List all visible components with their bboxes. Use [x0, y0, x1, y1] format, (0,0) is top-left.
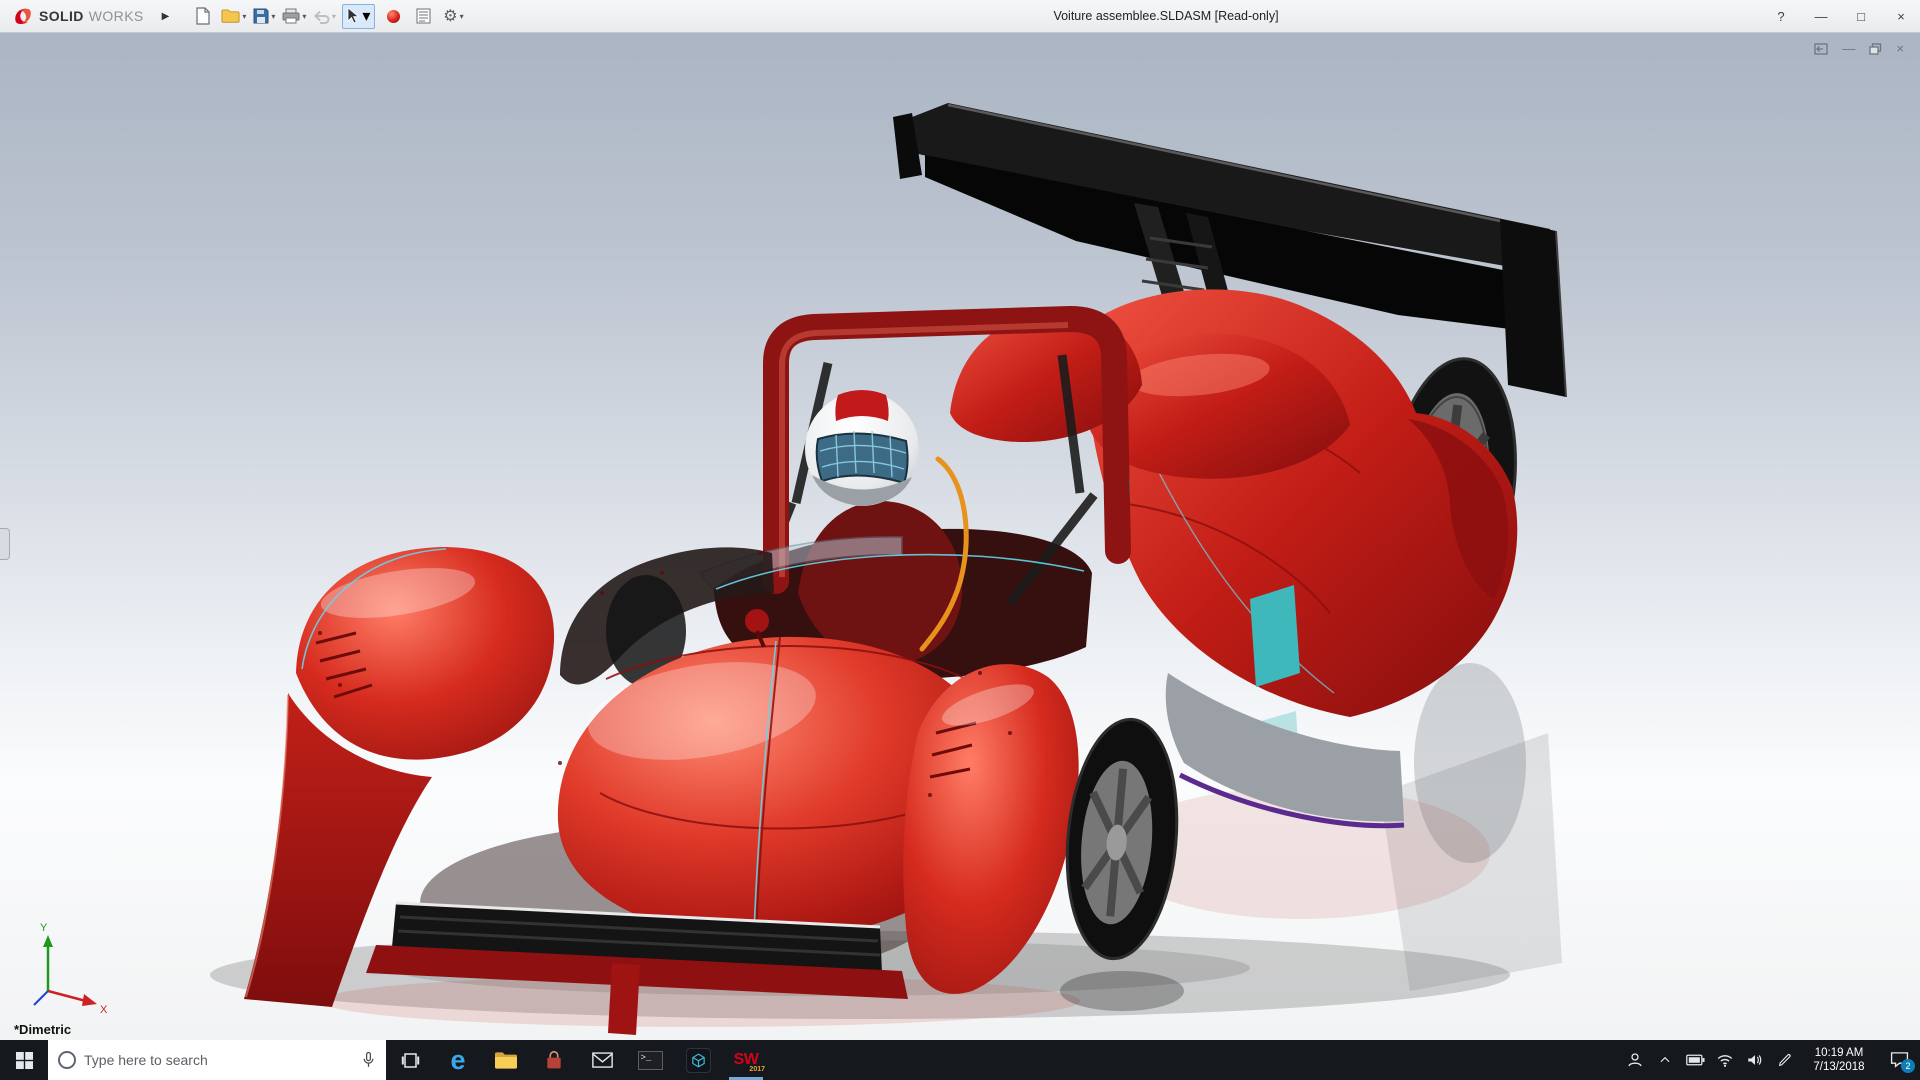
select-dropdown-arrow[interactable]: ▾ — [362, 6, 370, 26]
sw-year: 2017 — [749, 1066, 765, 1073]
windows-logo-icon — [16, 1052, 33, 1069]
cortana-icon[interactable] — [58, 1051, 76, 1069]
open-folder-icon — [221, 8, 240, 24]
solidworks-logo: SOLID WORKS — [0, 5, 154, 27]
quick-access-toolbar: ▾ ▾ ▾ ▾ — [191, 3, 465, 29]
new-document-icon — [195, 7, 211, 25]
new-document-button[interactable] — [191, 3, 215, 29]
triad-x-label: X — [100, 1004, 108, 1016]
helmet-visor — [817, 433, 908, 483]
solidworks-ds-mark-icon — [12, 5, 34, 27]
microphone-icon[interactable] — [361, 1050, 376, 1070]
edge-browser-button[interactable]: e — [434, 1040, 482, 1080]
file-explorer-icon — [494, 1051, 518, 1070]
chevron-up-icon — [1658, 1053, 1672, 1067]
select-cursor-icon — [347, 8, 360, 24]
cad-viewer-button[interactable] — [674, 1040, 722, 1080]
pen-icon — [1777, 1052, 1793, 1068]
appearance-sphere-icon — [386, 9, 401, 24]
file-properties-icon — [416, 8, 431, 24]
start-button[interactable] — [0, 1040, 48, 1080]
document-close-button[interactable]: × — [1896, 41, 1904, 56]
featuremanager-flyout-tab[interactable] — [0, 528, 10, 560]
show-pane-icon[interactable] — [1814, 43, 1828, 55]
wifi-icon — [1716, 1052, 1734, 1068]
task-view-icon — [401, 1052, 420, 1069]
document-minimize-button[interactable]: — — [1842, 41, 1855, 56]
view-orientation-label: *Dimetric — [14, 1022, 71, 1037]
options-gear-icon: ⚙ — [443, 6, 457, 26]
save-floppy-icon — [253, 8, 269, 24]
print-icon — [282, 8, 300, 24]
undo-icon — [313, 9, 330, 24]
shopping-bag-icon — [544, 1050, 564, 1071]
mail-button[interactable] — [578, 1040, 626, 1080]
maximize-button[interactable]: □ — [1852, 9, 1870, 24]
graphics-viewport[interactable]: — × — [0, 33, 1920, 1040]
taskbar-clock[interactable]: 10:19 AM 7/13/2018 — [1800, 1046, 1878, 1074]
people-button[interactable] — [1620, 1040, 1650, 1080]
cad-viewer-icon — [686, 1048, 711, 1073]
document-restore-icon[interactable] — [1869, 43, 1882, 55]
pen-settings-button[interactable] — [1770, 1040, 1800, 1080]
open-document-button[interactable]: ▾ — [221, 3, 246, 29]
options-button[interactable]: ⚙ ▾ — [441, 3, 465, 29]
help-button[interactable]: ? — [1772, 9, 1790, 24]
save-button[interactable]: ▾ — [252, 3, 276, 29]
appearance-button[interactable] — [381, 3, 405, 29]
solidworks-app-icon: SW 2017 — [729, 1046, 763, 1074]
3d-model-canvas[interactable]: Y X — [0, 33, 1920, 1040]
task-view-button[interactable] — [386, 1040, 434, 1080]
search-input[interactable] — [84, 1052, 353, 1068]
orientation-triad[interactable]: Y X — [34, 922, 108, 1016]
file-properties-button[interactable] — [411, 3, 435, 29]
clock-time: 10:19 AM — [1800, 1046, 1878, 1060]
menu-flyout-arrow[interactable]: ▶ — [154, 7, 178, 26]
mail-envelope-icon — [592, 1052, 613, 1069]
close-button[interactable]: × — [1892, 9, 1910, 24]
print-button[interactable]: ▾ — [282, 3, 306, 29]
document-title: Voiture assemblee.SLDASM [Read-only] — [1053, 9, 1278, 23]
brand-name-light: WORKS — [89, 8, 144, 24]
clock-date: 7/13/2018 — [1800, 1060, 1878, 1074]
show-hidden-icons-button[interactable] — [1650, 1040, 1680, 1080]
options-dropdown-arrow[interactable]: ▾ — [460, 12, 464, 21]
battery-button[interactable] — [1680, 1040, 1710, 1080]
titlebar: SOLID WORKS ▶ ▾ ▾ — [0, 0, 1920, 33]
undo-dropdown-arrow[interactable]: ▾ — [332, 12, 336, 21]
command-prompt-icon: >_ — [638, 1051, 663, 1070]
print-dropdown-arrow[interactable]: ▾ — [302, 12, 306, 21]
taskbar-search[interactable] — [48, 1040, 386, 1080]
open-dropdown-arrow[interactable]: ▾ — [242, 12, 246, 21]
solidworks-taskbar-button[interactable]: SW 2017 — [722, 1040, 770, 1080]
command-prompt-button[interactable]: >_ — [626, 1040, 674, 1080]
splitter-strut — [608, 963, 640, 1035]
file-explorer-button[interactable] — [482, 1040, 530, 1080]
triad-y-label: Y — [40, 922, 48, 934]
volume-button[interactable] — [1740, 1040, 1770, 1080]
windows-taskbar: e >_ SW 2017 — [0, 1040, 1920, 1080]
select-tool-button[interactable]: ▾ — [342, 4, 375, 29]
window-controls: ? — □ × — [1772, 0, 1910, 33]
action-center-button[interactable]: 2 — [1878, 1040, 1920, 1080]
store-button[interactable] — [530, 1040, 578, 1080]
document-window-controls: — × — [1814, 41, 1904, 56]
network-button[interactable] — [1710, 1040, 1740, 1080]
edge-icon: e — [450, 1047, 465, 1074]
notification-badge: 2 — [1901, 1059, 1915, 1073]
save-dropdown-arrow[interactable]: ▾ — [271, 12, 275, 21]
undo-button[interactable]: ▾ — [312, 3, 336, 29]
brand-name-bold: SOLID — [39, 8, 84, 24]
intake-panel[interactable] — [1250, 585, 1300, 687]
people-icon — [1626, 1051, 1644, 1069]
system-tray: 10:19 AM 7/13/2018 2 — [1620, 1040, 1920, 1080]
minimize-button[interactable]: — — [1812, 9, 1830, 24]
battery-icon — [1686, 1053, 1705, 1067]
speaker-icon — [1746, 1052, 1764, 1068]
